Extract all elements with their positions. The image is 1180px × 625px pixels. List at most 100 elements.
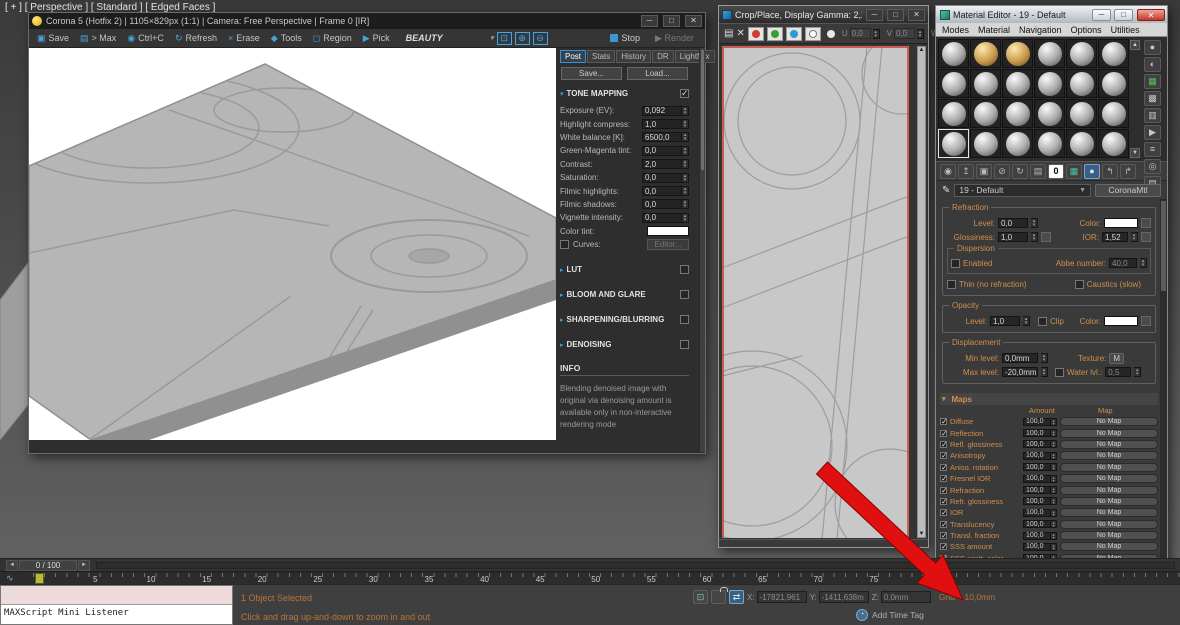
map-slot-button[interactable]: No Map: [1060, 531, 1158, 540]
corona-toolbar-button[interactable]: ▣ Save: [32, 32, 74, 45]
sample-type-icon[interactable]: ●: [1144, 40, 1161, 55]
close-button[interactable]: ✕: [685, 15, 702, 27]
map-enable-checkbox[interactable]: [940, 452, 947, 459]
map-slot-button[interactable]: No Map: [1060, 486, 1158, 495]
material-sample-slot[interactable]: [1034, 69, 1065, 98]
spinner-arrows[interactable]: [682, 146, 689, 156]
red-channel-button[interactable]: [748, 27, 764, 41]
reset-map-icon[interactable]: ⊘: [994, 164, 1010, 179]
material-sample-slot[interactable]: [1098, 39, 1129, 68]
map-amount-field[interactable]: 100,0: [1023, 440, 1051, 448]
crop-titlebar[interactable]: Crop/Place, Display Gamma: 2,2, RGBA ...…: [719, 6, 928, 23]
value-field[interactable]: 0,092: [642, 106, 682, 116]
show-end-result-icon[interactable]: ●: [1084, 164, 1100, 179]
material-sample-slot[interactable]: [1098, 69, 1129, 98]
map-amount-field[interactable]: 100,0: [1023, 475, 1051, 483]
map-enable-checkbox[interactable]: [940, 532, 947, 539]
crop-image[interactable]: [722, 46, 909, 538]
corona-tab[interactable]: DR: [652, 50, 674, 63]
map-amount-field[interactable]: 100,0: [1023, 418, 1051, 426]
opacity-color-swatch[interactable]: [1104, 316, 1138, 326]
map-slot-button[interactable]: No Map: [1060, 463, 1158, 472]
zoom-button[interactable]: ⊡: [497, 32, 512, 45]
zoom-button[interactable]: ⊖: [533, 32, 548, 45]
video-color-check-icon[interactable]: ▥: [1144, 108, 1161, 123]
selection-lock-icon[interactable]: [711, 590, 726, 604]
maxscript-mini-listener[interactable]: MAXScript Mini Listener: [0, 585, 233, 625]
section-checkbox[interactable]: [680, 290, 689, 299]
rendered-image[interactable]: [29, 48, 556, 440]
material-editor-titlebar[interactable]: Material Editor - 19 - Default ─ □ ✕: [936, 6, 1167, 23]
material-sample-slot[interactable]: [1002, 129, 1033, 158]
material-name-dropdown[interactable]: 19 - Default ▼: [954, 184, 1091, 197]
material-sample-slot[interactable]: [970, 39, 1001, 68]
coordinate-field[interactable]: 0,0mm: [881, 591, 931, 603]
refraction-color-map-button[interactable]: [1141, 218, 1151, 228]
sample-uv-tiling-icon[interactable]: ▩: [1144, 91, 1161, 106]
coordinate-field[interactable]: -17821,961: [757, 591, 807, 603]
put-to-library-icon[interactable]: ▤: [1030, 164, 1046, 179]
map-slot-button[interactable]: No Map: [1060, 429, 1158, 438]
spinner-arrows[interactable]: [917, 29, 924, 39]
map-amount-field[interactable]: 100,0: [1023, 509, 1051, 517]
spinner-arrows[interactable]: [1051, 440, 1057, 448]
map-enable-checkbox[interactable]: [940, 430, 947, 437]
map-slot-button[interactable]: No Map: [1060, 417, 1158, 426]
material-sample-slot[interactable]: [1098, 99, 1129, 128]
previous-frame-button[interactable]: ◄: [6, 560, 18, 571]
get-material-icon[interactable]: ◉: [940, 164, 956, 179]
minimize-button[interactable]: ─: [866, 9, 883, 21]
tone-mapping-header[interactable]: ▾ TONE MAPPING: [560, 87, 689, 100]
corona-toolbar-button[interactable]: ▶ Pick: [358, 32, 395, 45]
section-checkbox[interactable]: [680, 315, 689, 324]
spinner-arrows[interactable]: [1051, 475, 1057, 483]
panel-scrollbar[interactable]: [699, 48, 705, 452]
maximize-button[interactable]: □: [887, 9, 904, 21]
material-sample-slot[interactable]: [938, 69, 969, 98]
value-field[interactable]: 0,0: [642, 186, 682, 196]
maps-rollout-header[interactable]: ▾ Maps: [940, 393, 1158, 405]
map-amount-field[interactable]: 100,0: [1023, 532, 1051, 540]
alpha-channel-button[interactable]: [805, 27, 821, 41]
section-checkbox[interactable]: [680, 340, 689, 349]
map-slot-button[interactable]: No Map: [1060, 542, 1158, 551]
map-amount-field[interactable]: 100,0: [1023, 463, 1051, 471]
map-amount-field[interactable]: 100,0: [1023, 543, 1051, 551]
coordinate-field[interactable]: -1411,638m: [819, 591, 869, 603]
isolate-selection-icon[interactable]: ⊡: [693, 590, 708, 604]
value-field[interactable]: 2,0: [642, 159, 682, 169]
corona-toolbar-button[interactable]: ◆ Tools: [266, 32, 307, 45]
spinner-arrows[interactable]: [1051, 497, 1057, 505]
glossiness-map-button[interactable]: [1041, 232, 1051, 242]
minimize-button[interactable]: ─: [1092, 9, 1111, 21]
spinner-arrows[interactable]: [1051, 418, 1057, 426]
color-tint-swatch[interactable]: [647, 226, 689, 236]
zoom-button[interactable]: ⊕: [515, 32, 530, 45]
clear-icon[interactable]: ✕: [736, 28, 744, 39]
material-id-channel-icon[interactable]: 0: [1048, 164, 1064, 179]
spinner-arrows[interactable]: [1051, 463, 1057, 471]
map-slot-button[interactable]: No Map: [1060, 451, 1158, 460]
material-editor-menu-item[interactable]: Navigation: [1019, 25, 1062, 35]
tonemapping-save-button[interactable]: Save...: [561, 67, 622, 80]
spinner-arrows[interactable]: [682, 159, 689, 169]
sample-scrollbar[interactable]: ▲ ▼: [1129, 39, 1141, 159]
listener-macro-row[interactable]: [1, 586, 232, 605]
spinner-arrows[interactable]: [682, 119, 689, 129]
spinner-arrows[interactable]: [682, 199, 689, 209]
tone-mapping-checkbox[interactable]: [680, 89, 689, 98]
green-channel-button[interactable]: [767, 27, 783, 41]
curves-checkbox[interactable]: [560, 240, 569, 249]
material-sample-slot[interactable]: [1034, 39, 1065, 68]
displacement-texture-button[interactable]: M: [1109, 353, 1124, 364]
map-slot-button[interactable]: No Map: [1060, 497, 1158, 506]
material-sample-slot[interactable]: [1002, 39, 1033, 68]
material-sample-slot[interactable]: [1002, 99, 1033, 128]
material-editor-menu-item[interactable]: Modes: [942, 25, 969, 35]
maximize-button[interactable]: □: [1114, 9, 1133, 21]
corona-toolbar-button[interactable]: ◉ Ctrl+C: [122, 32, 169, 45]
material-sample-slot[interactable]: [970, 69, 1001, 98]
map-enable-checkbox[interactable]: [940, 475, 947, 482]
map-amount-field[interactable]: 100,0: [1023, 452, 1051, 460]
material-sample-slot[interactable]: [1002, 69, 1033, 98]
